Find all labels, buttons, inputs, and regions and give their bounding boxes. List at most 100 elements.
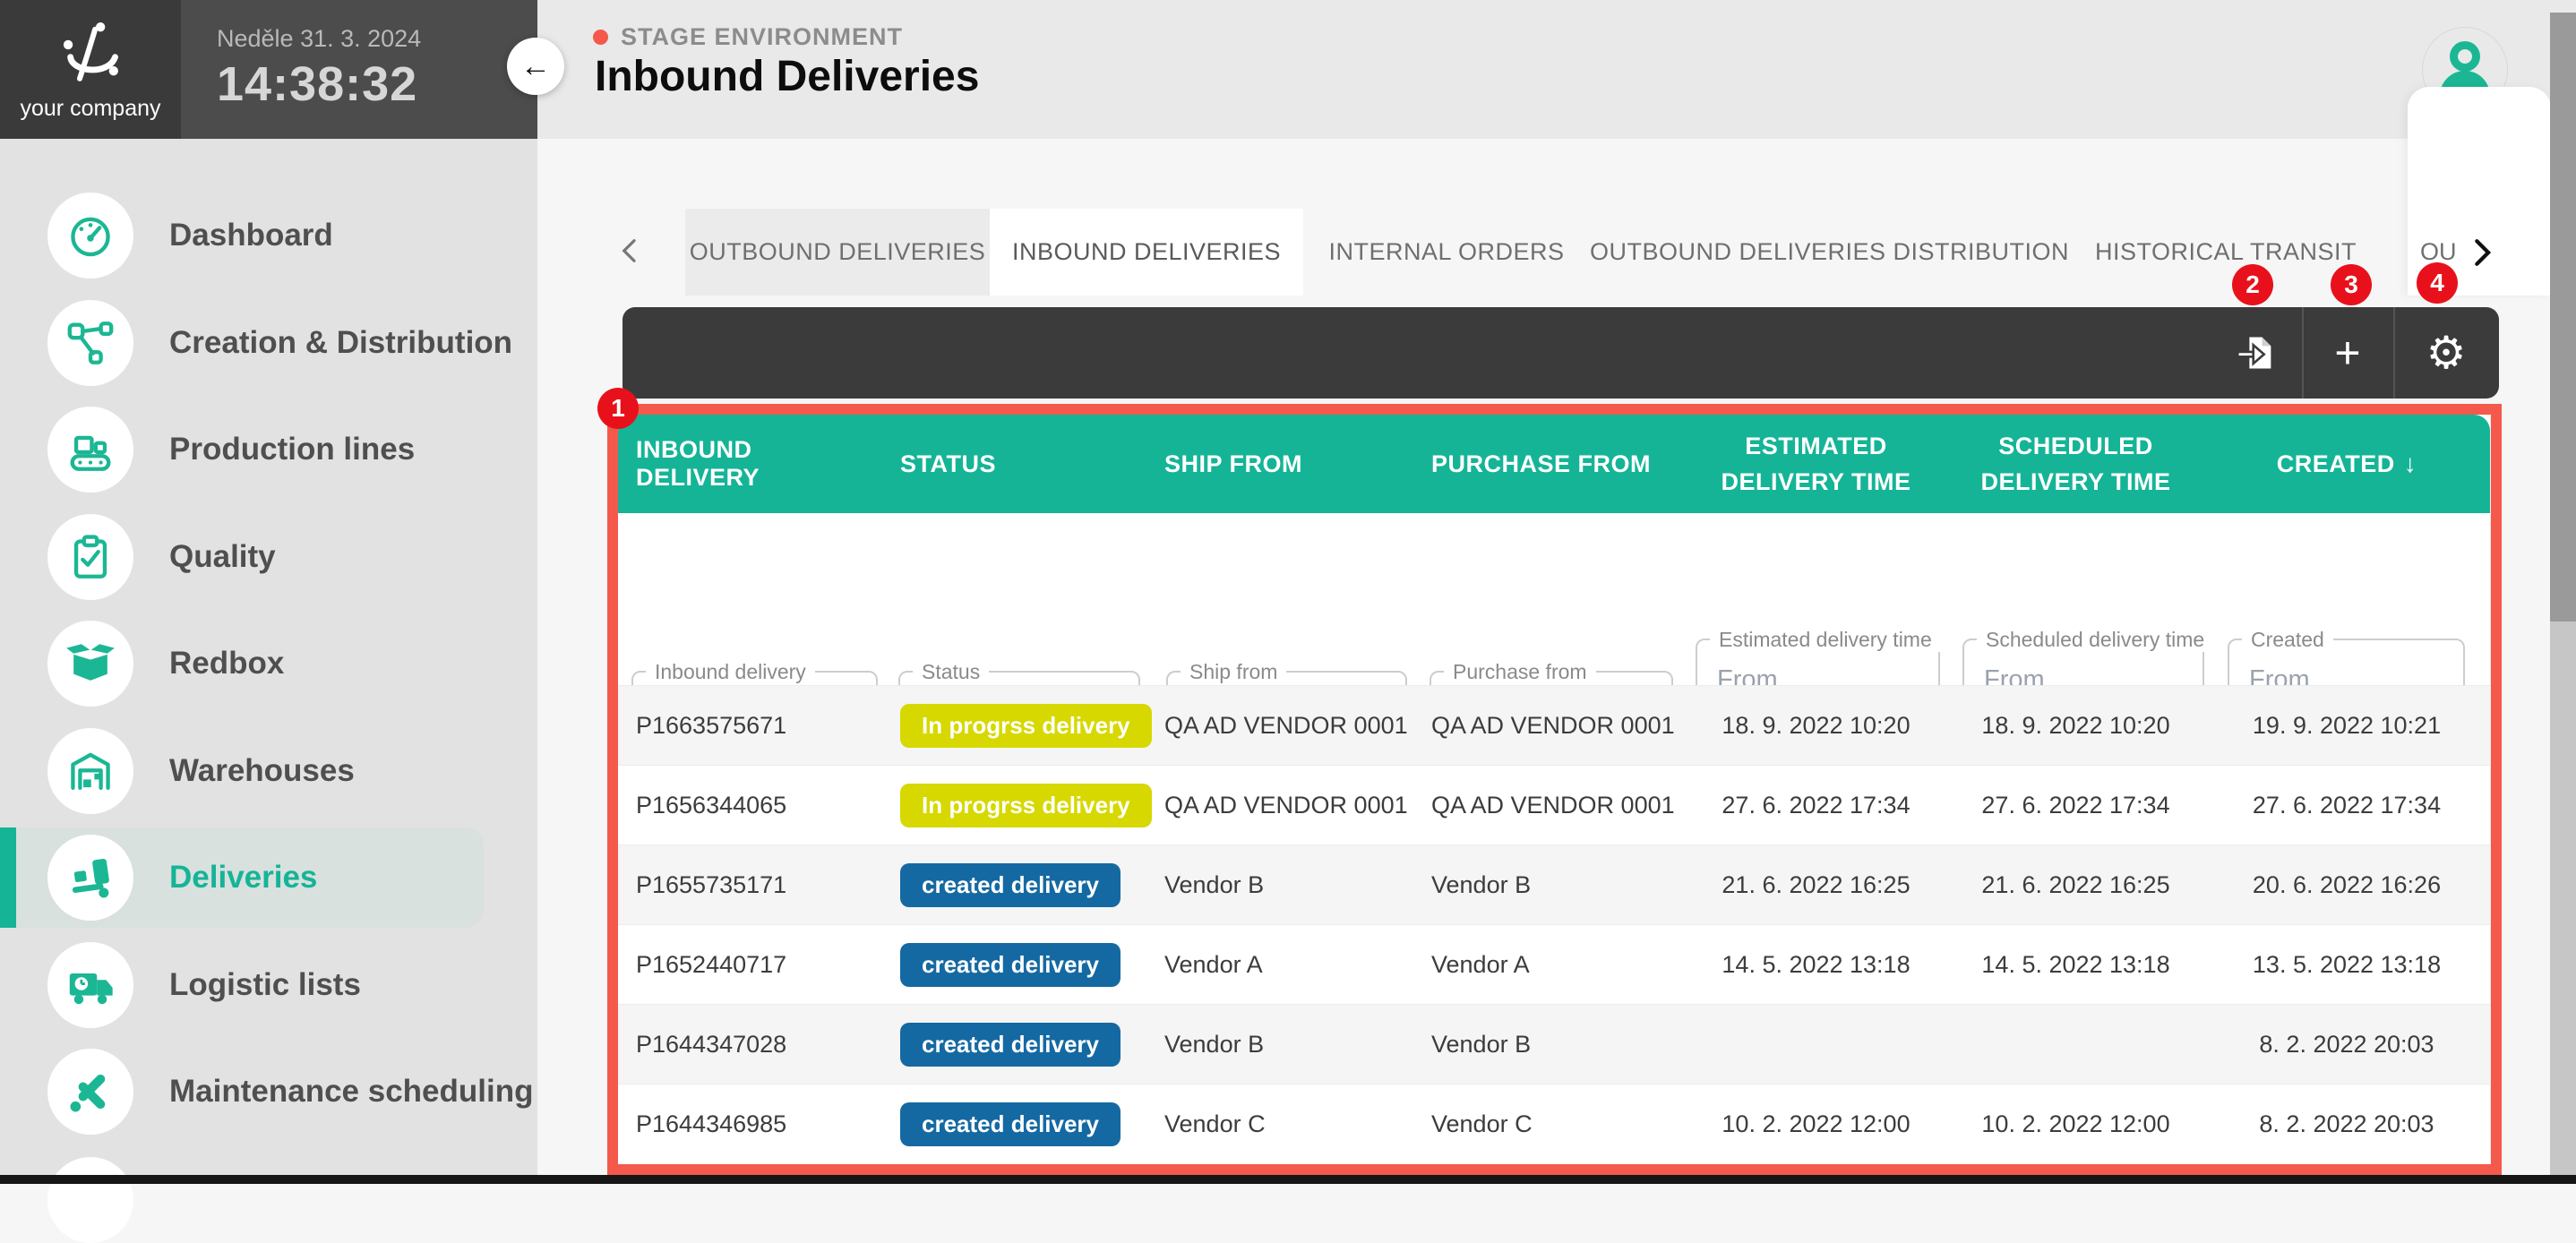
status-filter-label: Status [913, 660, 989, 684]
cell-created: 19. 9. 2022 10:21 [2203, 712, 2490, 740]
table-row[interactable]: P1656344065 In progrss delivery QA AD VE… [618, 765, 2490, 844]
tabs-scroll-left-button[interactable] [616, 226, 650, 276]
cell-scheduled-delivery-time: 10. 2. 2022 12:00 [1948, 1110, 2203, 1138]
table-row[interactable]: P1644347028 created delivery Vendor B Ve… [618, 1004, 2490, 1084]
cell-status: In progrss delivery [882, 704, 1146, 748]
current-time: 14:38:32 [217, 56, 537, 112]
cell-ship-from: Vendor B [1146, 1031, 1413, 1059]
tabs-scroll-right-button[interactable] [2467, 230, 2506, 275]
tab-internal-orders[interactable]: INTERNAL ORDERS [1303, 209, 1590, 296]
tab-outbound-deliveries[interactable]: OUTBOUND DELIVERIES [685, 209, 990, 296]
cell-scheduled-delivery-time: 14. 5. 2022 13:18 [1948, 951, 2203, 979]
cell-inbound-delivery: P1663575671 [618, 712, 882, 740]
cell-estimated-delivery-time: 18. 9. 2022 10:20 [1684, 712, 1948, 740]
sort-descending-icon: ↓ [2404, 450, 2417, 477]
sidebar-item-warehouses[interactable]: Warehouses [0, 721, 484, 821]
tab-inbound-deliveries[interactable]: INBOUND DELIVERIES [990, 209, 1303, 296]
production-lines-icon [47, 407, 133, 493]
current-date: Neděle 31. 3. 2024 [217, 25, 537, 53]
cell-purchase-from: Vendor B [1413, 871, 1684, 899]
back-button[interactable]: ← [507, 38, 564, 95]
chevron-right-icon [2467, 233, 2497, 272]
scheduled-filter-label: Scheduled delivery time [1977, 628, 2213, 652]
column-header-scheduled[interactable]: SCHEDULED DELIVERY TIME [1978, 428, 2175, 501]
cell-status: created delivery [882, 1102, 1146, 1146]
column-header-status[interactable]: STATUS [882, 450, 1146, 478]
annotation-marker-4: 4 [2417, 262, 2458, 304]
sidebar-item-label: Deliveries [169, 860, 317, 896]
maintenance-scheduling-icon [47, 1049, 133, 1135]
ship-from-filter-label: Ship from [1181, 660, 1286, 684]
column-header-purchase-from[interactable]: PURCHASE FROM [1413, 450, 1684, 478]
status-badge: created delivery [900, 863, 1121, 907]
export-button[interactable] [2211, 307, 2302, 399]
status-badge: In progrss delivery [900, 704, 1152, 748]
cell-purchase-from: Vendor C [1413, 1110, 1684, 1138]
cell-estimated-delivery-time: 27. 6. 2022 17:34 [1684, 792, 1948, 819]
top-header-bar: your company Neděle 31. 3. 2024 14:38:32… [0, 0, 2576, 139]
cell-scheduled-delivery-time: 27. 6. 2022 17:34 [1948, 792, 2203, 819]
inbound-delivery-filter-label: Inbound delivery [646, 660, 815, 684]
sidebar-item-deliveries[interactable]: Deliveries [0, 827, 484, 928]
table-toolbar: + ⚙ [623, 307, 2499, 399]
quality-icon [47, 514, 133, 600]
settings-button[interactable]: ⚙ [2393, 307, 2499, 399]
sidebar-item-quality[interactable]: Quality [0, 507, 484, 607]
sidebar-item-label: Dashboard [169, 218, 333, 253]
table-row[interactable]: P1655735171 created delivery Vendor B Ve… [618, 844, 2490, 924]
cell-created: 8. 2. 2022 20:03 [2203, 1031, 2490, 1059]
table-row[interactable]: P1652440717 created delivery Vendor A Ve… [618, 924, 2490, 1004]
cell-created: 8. 2. 2022 20:03 [2203, 1110, 2490, 1138]
cell-estimated-delivery-time: 10. 2. 2022 12:00 [1684, 1110, 1948, 1138]
warehouses-icon [47, 728, 133, 814]
datetime-panel: Neděle 31. 3. 2024 14:38:32 [181, 0, 537, 139]
vertical-scrollbar-thumb[interactable] [2550, 13, 2576, 622]
table-row[interactable]: P1663575671 In progrss delivery QA AD VE… [618, 685, 2490, 765]
settings-gear-icon: ⚙ [2426, 330, 2467, 375]
cell-inbound-delivery: P1652440717 [618, 951, 882, 979]
annotation-marker-2: 2 [2232, 264, 2273, 305]
sidebar-item-label: Warehouses [169, 753, 355, 789]
sidebar-item-maintenance-scheduling[interactable]: Maintenance scheduling [0, 1042, 484, 1142]
cell-inbound-delivery: P1656344065 [618, 792, 882, 819]
cell-inbound-delivery: P1655735171 [618, 871, 882, 899]
tab-outbound-deliveries-distribution[interactable]: OUTBOUND DELIVERIES DISTRIBUTION [1590, 209, 2069, 296]
cell-purchase-from: QA AD VENDOR 0001 [1413, 712, 1684, 740]
sidebar-item-dashboard[interactable]: Dashboard [0, 185, 484, 286]
cell-created: 13. 5. 2022 13:18 [2203, 951, 2490, 979]
sidebar-item-logistic-lists[interactable]: Logistic lists [0, 935, 484, 1035]
table-row[interactable]: P1644346985 created delivery Vendor C Ve… [618, 1084, 2490, 1163]
cell-ship-from: QA AD VENDOR 0001 [1146, 792, 1413, 819]
redbox-icon [47, 621, 133, 707]
sidebar-item-label: Logistic lists [169, 967, 361, 1003]
tab-label: OUTBOUND DELIVERIES [690, 238, 986, 266]
cell-estimated-delivery-time: 21. 6. 2022 16:25 [1684, 871, 1948, 899]
add-button[interactable]: + [2302, 307, 2393, 399]
sidebar-item-redbox[interactable]: Redbox [0, 613, 484, 714]
status-badge: created delivery [900, 943, 1121, 987]
import-file-icon [2235, 331, 2278, 374]
chevron-left-icon [616, 232, 643, 270]
deliveries-icon [47, 835, 133, 921]
cell-status: created delivery [882, 863, 1146, 907]
environment-indicator: STAGE ENVIRONMENT [593, 23, 903, 51]
column-header-ship-from[interactable]: SHIP FROM [1146, 450, 1413, 478]
column-header-estimated[interactable]: ESTIMATED DELIVERY TIME [1718, 428, 1915, 501]
sidebar-item-label: Production lines [169, 432, 415, 467]
cell-status: In progrss delivery [882, 784, 1146, 827]
status-badge: created delivery [900, 1023, 1121, 1067]
column-header-inbound-delivery[interactable]: INBOUND DELIVERY [618, 436, 882, 492]
sidebar-item-production-lines[interactable]: Production lines [0, 399, 484, 500]
cell-ship-from: QA AD VENDOR 0001 [1146, 712, 1413, 740]
deliveries-table: INBOUND DELIVERY STATUS SHIP FROM PURCHA… [618, 415, 2490, 1164]
cell-status: created delivery [882, 943, 1146, 987]
cell-estimated-delivery-time: 14. 5. 2022 13:18 [1684, 951, 1948, 979]
sidebar-item-label: Maintenance scheduling [169, 1074, 533, 1110]
tab-label: INTERNAL ORDERS [1328, 238, 1564, 266]
cell-purchase-from: QA AD VENDOR 0001 [1413, 792, 1684, 819]
table-header-row: INBOUND DELIVERY STATUS SHIP FROM PURCHA… [618, 415, 2490, 513]
dashboard-icon [47, 193, 133, 279]
cell-created: 27. 6. 2022 17:34 [2203, 792, 2490, 819]
column-header-created[interactable]: CREATED↓ [2277, 445, 2417, 483]
sidebar-item-creation-distribution[interactable]: Creation & Distribution [0, 293, 484, 393]
